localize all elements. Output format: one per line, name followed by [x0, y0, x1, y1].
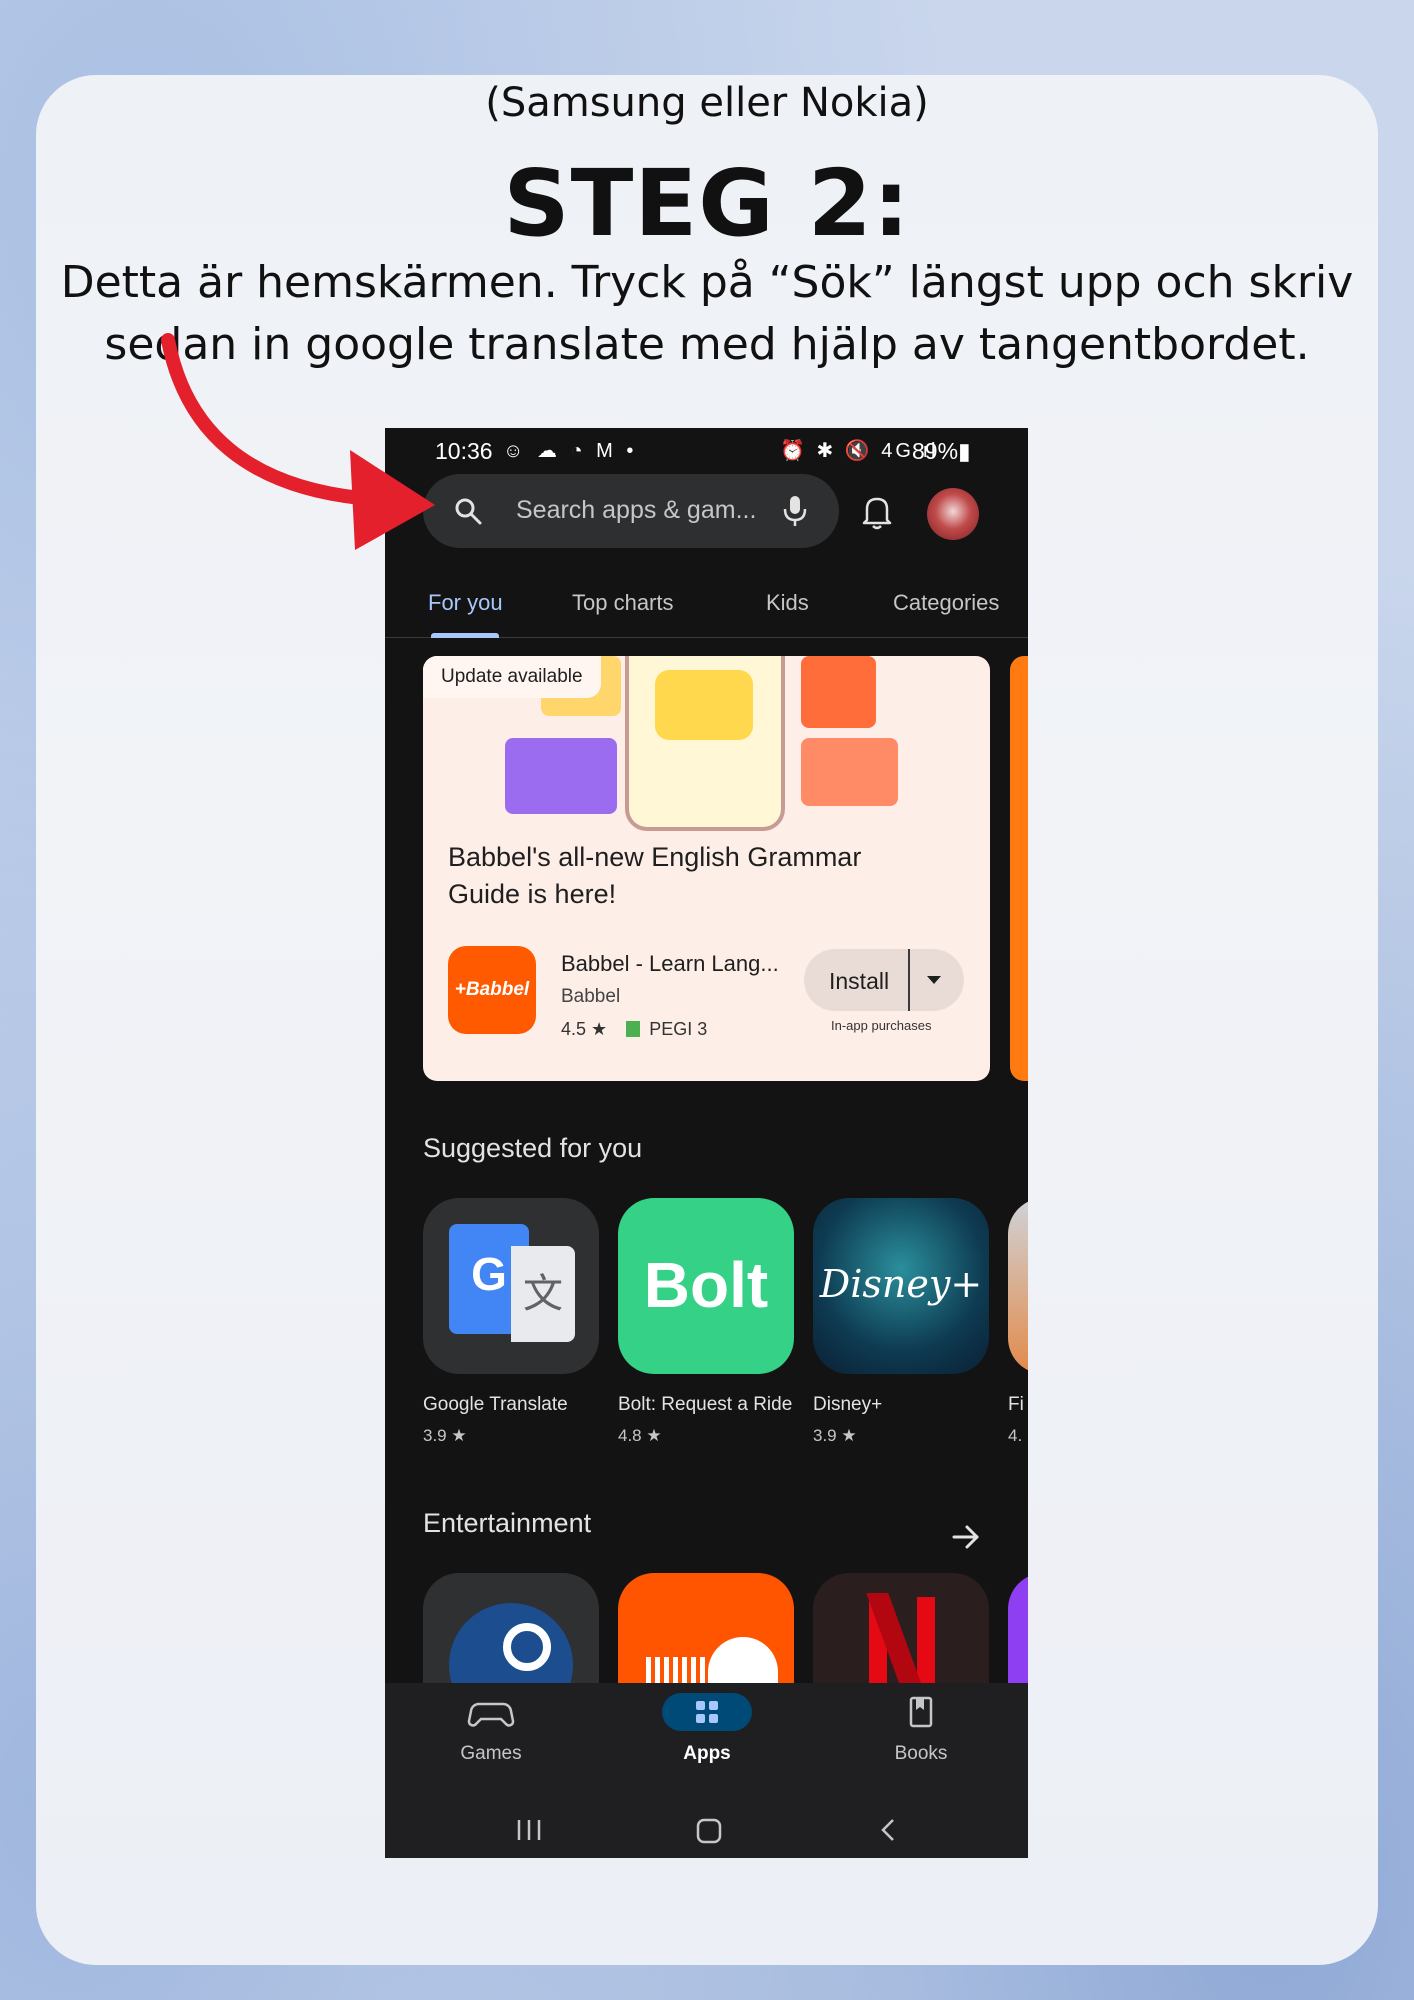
nav-games-label: Games	[460, 1743, 522, 1764]
book-icon	[876, 1693, 966, 1731]
search-input[interactable]: Search apps & gam...	[516, 496, 756, 525]
status-bar: 10:36 ☺ ☁ ◔ M • ⏰ ✱ 🔇 4G ıl 89%▮	[385, 428, 1028, 474]
active-tab-indicator	[431, 633, 499, 638]
tab-for-you[interactable]: For you	[428, 590, 503, 616]
tab-top-charts[interactable]: Top charts	[572, 590, 674, 616]
recent-apps-icon[interactable]	[517, 1820, 541, 1840]
phone-screenshot: 10:36 ☺ ☁ ◔ M • ⏰ ✱ 🔇 4G ıl 89%▮ Search …	[385, 428, 1028, 1858]
google-translate-icon[interactable]: G 文	[423, 1198, 599, 1374]
app-rating-google-translate: 3.9 ★	[423, 1426, 467, 1445]
chevron-down-icon[interactable]	[927, 976, 941, 984]
app-name-partial[interactable]: Fi	[1008, 1394, 1024, 1416]
promo-app-name[interactable]: Babbel - Learn Lang...	[561, 951, 779, 977]
install-divider	[908, 949, 910, 1011]
gamepad-icon	[446, 1693, 536, 1731]
tab-categories[interactable]: Categories	[893, 590, 999, 616]
partial-app-icon[interactable]	[1008, 1198, 1028, 1374]
install-label: Install	[829, 968, 890, 994]
slide-subtitle: (Samsung eller Nokia)	[485, 80, 929, 126]
bottom-navigation: Games Apps Books	[385, 1683, 1028, 1858]
nav-games[interactable]: Games	[421, 1693, 561, 1765]
promo-art-cubes	[505, 738, 617, 814]
puzzle-icon	[655, 670, 753, 740]
notifications-bell-icon[interactable]	[861, 494, 893, 530]
pegi-icon	[626, 1021, 641, 1037]
home-icon[interactable]	[696, 1818, 722, 1844]
promo-art-cards	[801, 656, 876, 728]
system-navigation	[517, 1818, 894, 1844]
entertainment-section-title: Entertainment	[423, 1508, 592, 1538]
apps-grid-icon	[662, 1693, 752, 1731]
promo-card[interactable]: Update available Babbel's all-new Englis…	[423, 656, 990, 1081]
promo-app-rating: 4.5 ★ PEGI 3	[561, 1019, 708, 1039]
disney-logo-text: Disney+	[819, 1262, 983, 1306]
notification-icons: ☺ ☁ ◔ M •	[503, 440, 638, 462]
next-promo-card[interactable]	[1010, 656, 1028, 1081]
profile-avatar[interactable]	[927, 488, 979, 540]
app-name-disney[interactable]: Disney+	[813, 1394, 882, 1416]
promo-title: Babbel's all-new English Grammar Guide i…	[448, 842, 862, 909]
bolt-icon[interactable]: Bolt	[618, 1198, 794, 1374]
nav-apps-label: Apps	[683, 1743, 731, 1764]
arrow-right-icon[interactable]	[951, 1523, 981, 1551]
search-icon	[455, 498, 482, 525]
disney-plus-icon[interactable]: Disney+	[813, 1198, 989, 1374]
microphone-icon[interactable]	[781, 494, 809, 528]
install-button[interactable]: Install	[804, 949, 964, 1011]
promo-app-developer: Babbel	[561, 986, 621, 1007]
battery-level: 89%▮	[912, 438, 971, 464]
app-rating-disney: 3.9 ★	[813, 1426, 857, 1445]
translate-character-glyph: 文	[511, 1246, 575, 1342]
slide-heading: STEG 2:	[503, 150, 911, 257]
nav-books[interactable]: Books	[851, 1693, 991, 1765]
back-icon[interactable]	[881, 1819, 894, 1841]
tab-kids[interactable]: Kids	[766, 590, 809, 616]
red-arrow-pointer	[161, 333, 435, 550]
update-available-badge: Update available	[423, 656, 601, 698]
alarm-clock-icon	[801, 738, 898, 806]
babbel-app-icon[interactable]: +Babbel	[448, 946, 536, 1034]
in-app-purchases-note: In-app purchases	[831, 1018, 932, 1033]
bolt-logo-text: Bolt	[643, 1249, 769, 1321]
app-rating-partial: 4.	[1008, 1426, 1023, 1445]
nav-books-label: Books	[894, 1743, 948, 1764]
app-name-google-translate[interactable]: Google Translate	[423, 1394, 568, 1416]
suggested-section-title: Suggested for you	[423, 1133, 643, 1163]
search-bar[interactable]: Search apps & gam...	[423, 474, 839, 548]
nav-apps[interactable]: Apps	[637, 1693, 777, 1765]
top-tabs: For you Top charts Kids Categories	[385, 578, 1028, 638]
app-name-bolt[interactable]: Bolt: Request a Ride	[618, 1394, 792, 1416]
app-rating-bolt: 4.8 ★	[618, 1426, 662, 1445]
